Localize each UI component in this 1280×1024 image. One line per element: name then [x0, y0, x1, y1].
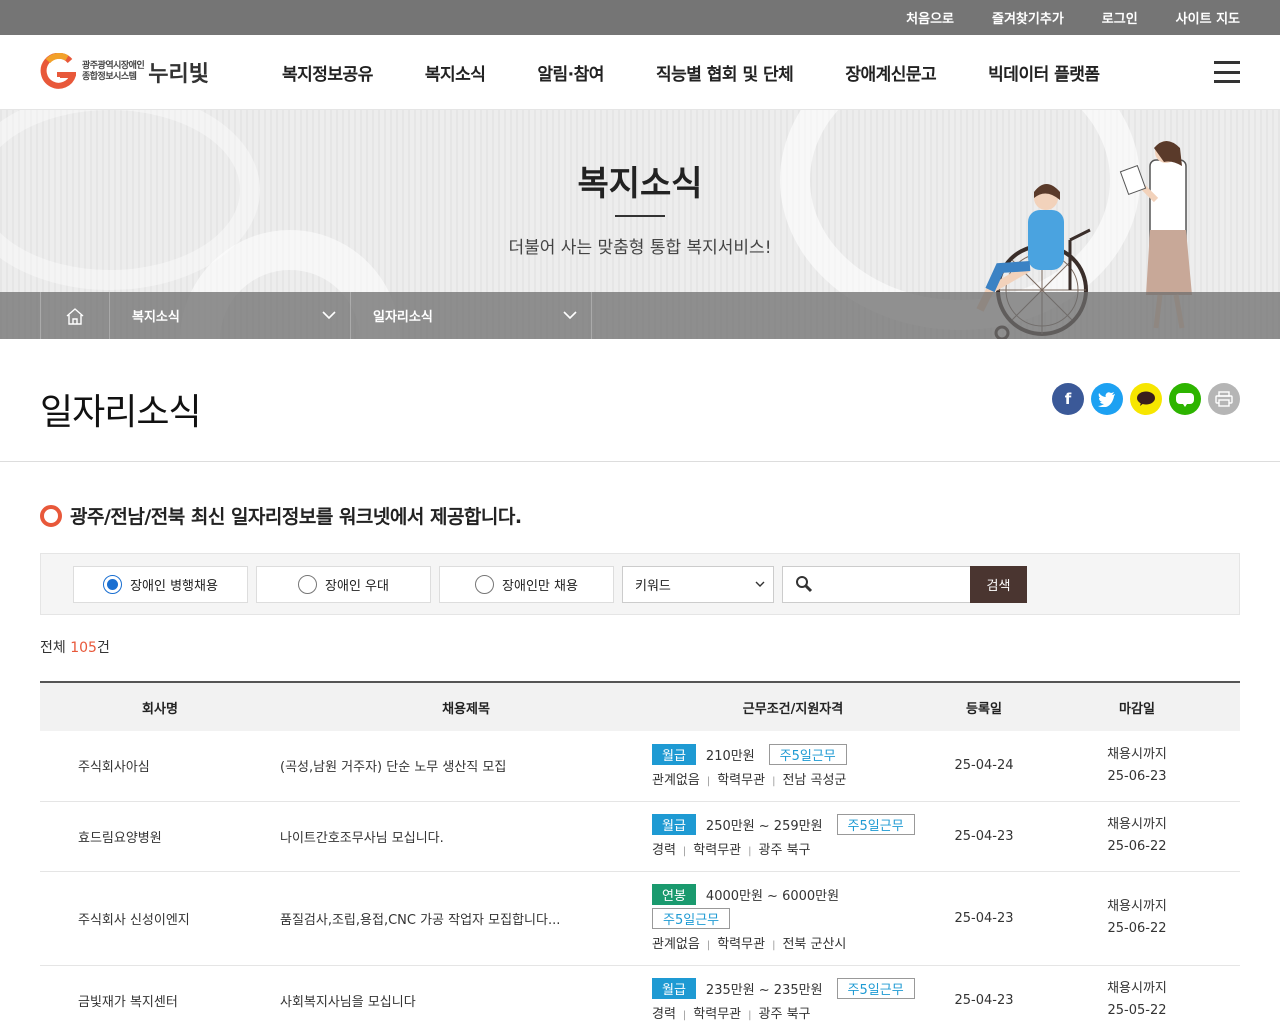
radio-preferred[interactable]: 장애인 우대 — [256, 565, 431, 603]
table-row[interactable]: 금빛재가 복지센터 사회복지사님을 모십니다 월급 235만원 ~ 235만원 주5… — [40, 965, 1240, 1024]
logo-subtitle-2: 종합정보시스템 — [82, 72, 137, 82]
breadcrumb-home[interactable] — [40, 292, 110, 339]
company-name: 효드림요양병원 — [40, 801, 280, 872]
col-title: 채용제목 — [280, 682, 652, 731]
chevron-down-icon — [563, 311, 577, 320]
nav-item-welfare-info[interactable]: 복지정보공유 — [282, 60, 373, 85]
col-deadline: 마감일 — [1034, 682, 1240, 731]
breadcrumb-level2-label: 일자리소식 — [373, 310, 433, 325]
col-company: 회사명 — [40, 682, 280, 731]
reg-date: 25-04-23 — [934, 801, 1034, 872]
work-type-badge: 주5일근무 — [836, 978, 915, 999]
table-row[interactable]: 주식회사아심 (곡성,남원 거주자) 단순 노무 생산직 모집 월급 210만원 주… — [40, 731, 1240, 802]
reg-date: 25-04-23 — [934, 871, 1034, 966]
main-nav: 복지정보공유 복지소식 알림·참여 직능별 협회 및 단체 장애계신문고 빅데이… — [282, 60, 1214, 85]
bookmark-link[interactable]: 즐겨찾기추가 — [992, 8, 1064, 27]
company-name: 주식회사 신성이엔지 — [40, 871, 280, 966]
radio-unchecked-icon — [475, 574, 495, 594]
twitter-icon[interactable] — [1091, 383, 1123, 415]
kakaotalk-icon[interactable] — [1130, 383, 1162, 415]
nav-item-welfare-news[interactable]: 복지소식 — [425, 60, 486, 85]
total-count: 전체 105건 — [40, 640, 110, 656]
pay-type-badge: 월급 — [652, 743, 696, 765]
menu-icon[interactable] — [1214, 61, 1240, 83]
breadcrumb: 복지소식 일자리소식 — [0, 292, 1280, 339]
job-conditions: 월급 250만원 ~ 259만원 주5일근무 경력 | 학력무관 | 광주 북구 — [652, 801, 934, 872]
breadcrumb-level1-select[interactable]: 복지소식 — [110, 292, 351, 339]
work-type-badge: 주5일근무 — [652, 908, 731, 929]
search-filter-box: 장애인 병행채용 장애인 우대 장애인만 채용 키워드 검색 — [40, 553, 1240, 615]
pay-type-badge: 월급 — [652, 814, 696, 835]
radio-parallel-hire[interactable]: 장애인 병행채용 — [73, 565, 248, 603]
job-conditions: 월급 235만원 ~ 235만원 주5일근무 경력 | 학력무관 | 광주 북구 — [652, 965, 934, 1024]
section-heading-text: 광주/전남/전북 최신 일자리정보를 워크넷에서 제공합니다. — [70, 506, 522, 528]
logo-mark-icon — [40, 53, 76, 89]
job-table: 회사명 채용제목 근무조건/지원자격 등록일 마감일 주식회사아심 (곡성,남원… — [40, 681, 1240, 1024]
table-row[interactable]: 효드림요양병원 나이트간호조무사님 모십니다. 월급 250만원 ~ 259만원 주… — [40, 801, 1240, 872]
share-buttons: f — [1045, 383, 1240, 415]
nav-item-notice[interactable]: 알림·참여 — [537, 60, 604, 85]
search-type-select[interactable]: 키워드 — [622, 565, 774, 603]
table-header-row: 회사명 채용제목 근무조건/지원자격 등록일 마감일 — [40, 682, 1240, 731]
job-title-link[interactable]: 품질검사,조립,용접,CNC 가공 작업자 모집합니다... — [280, 871, 652, 966]
print-icon[interactable] — [1208, 383, 1240, 415]
work-type-badge: 주5일근무 — [768, 743, 847, 765]
nav-item-bigdata[interactable]: 빅데이터 플랫폼 — [988, 60, 1100, 85]
hero-divider — [615, 215, 665, 217]
blog-icon[interactable] — [1169, 383, 1201, 415]
deadline: 채용시까지 25-06-23 — [1034, 731, 1240, 802]
chevron-down-icon — [322, 311, 336, 320]
reg-date: 25-04-23 — [934, 965, 1034, 1024]
site-logo[interactable]: 광주광역시장애인 종합정보시스템 누리빛 — [40, 53, 250, 91]
search-input[interactable] — [782, 565, 970, 603]
reg-date: 25-04-24 — [934, 731, 1034, 802]
breadcrumb-level1-label: 복지소식 — [132, 310, 180, 325]
deadline: 채용시까지 25-05-22 — [1034, 965, 1240, 1024]
facebook-icon[interactable]: f — [1052, 383, 1084, 415]
page-title-area: 일자리소식 f — [0, 339, 1280, 462]
deadline: 채용시까지 25-06-22 — [1034, 801, 1240, 872]
circle-bullet-icon — [40, 504, 62, 527]
pay-type-badge: 연봉 — [652, 884, 696, 905]
logo-name: 누리빛 — [148, 62, 209, 87]
radio-checked-icon — [103, 574, 123, 594]
logo-subtitle-1: 광주광역시장애인 — [82, 61, 145, 71]
search-icon — [796, 576, 813, 593]
company-name: 금빛재가 복지센터 — [40, 965, 280, 1024]
pay-type-badge: 월급 — [652, 978, 696, 999]
col-conditions: 근무조건/지원자격 — [652, 682, 934, 731]
job-title-link[interactable]: (곡성,남원 거주자) 단순 노무 생산직 모집 — [280, 731, 652, 802]
chevron-down-icon — [755, 581, 765, 587]
work-type-badge: 주5일근무 — [836, 814, 915, 835]
radio-unchecked-icon — [298, 574, 318, 594]
search-button[interactable]: 검색 — [970, 565, 1027, 603]
login-link[interactable]: 로그인 — [1102, 8, 1138, 27]
job-title-link[interactable]: 나이트간호조무사님 모십니다. — [280, 801, 652, 872]
company-name: 주식회사아심 — [40, 731, 280, 802]
home-link[interactable]: 처음으로 — [906, 8, 954, 27]
home-icon — [66, 307, 84, 325]
utility-bar: 처음으로 즐겨찾기추가 로그인 사이트 지도 — [0, 0, 1280, 35]
site-header: 광주광역시장애인 종합정보시스템 누리빛 복지정보공유 복지소식 알림·참여 직… — [0, 35, 1280, 110]
col-reg-date: 등록일 — [934, 682, 1034, 731]
total-count-number: 105 — [70, 640, 97, 656]
nav-item-petition[interactable]: 장애계신문고 — [845, 60, 936, 85]
breadcrumb-level2-select[interactable]: 일자리소식 — [351, 292, 592, 339]
deadline: 채용시까지 25-06-22 — [1034, 871, 1240, 966]
hero-banner: 복지소식 더불어 사는 맞춤형 통합 복지서비스! 복지소식 일자리소식 — [0, 110, 1280, 339]
job-conditions: 연봉 4000만원 ~ 6000만원 주5일근무 관계없음 | 학력무관 | 전북 군산시 — [652, 871, 934, 966]
nav-item-associations[interactable]: 직능별 협회 및 단체 — [656, 60, 794, 85]
sitemap-link[interactable]: 사이트 지도 — [1176, 8, 1240, 27]
main-content: 광주/전남/전북 최신 일자리정보를 워크넷에서 제공합니다. 장애인 병행채용… — [0, 462, 1280, 1024]
table-row[interactable]: 주식회사 신성이엔지 품질검사,조립,용접,CNC 가공 작업자 모집합니다..… — [40, 871, 1240, 966]
section-heading: 광주/전남/전북 최신 일자리정보를 워크넷에서 제공합니다. — [40, 502, 1240, 529]
job-conditions: 월급 210만원 주5일근무 관계없음 | 학력무관 | 전남 곡성군 — [652, 731, 934, 802]
radio-only-disabled[interactable]: 장애인만 채용 — [439, 565, 614, 603]
job-title-link[interactable]: 사회복지사님을 모십니다 — [280, 965, 652, 1024]
